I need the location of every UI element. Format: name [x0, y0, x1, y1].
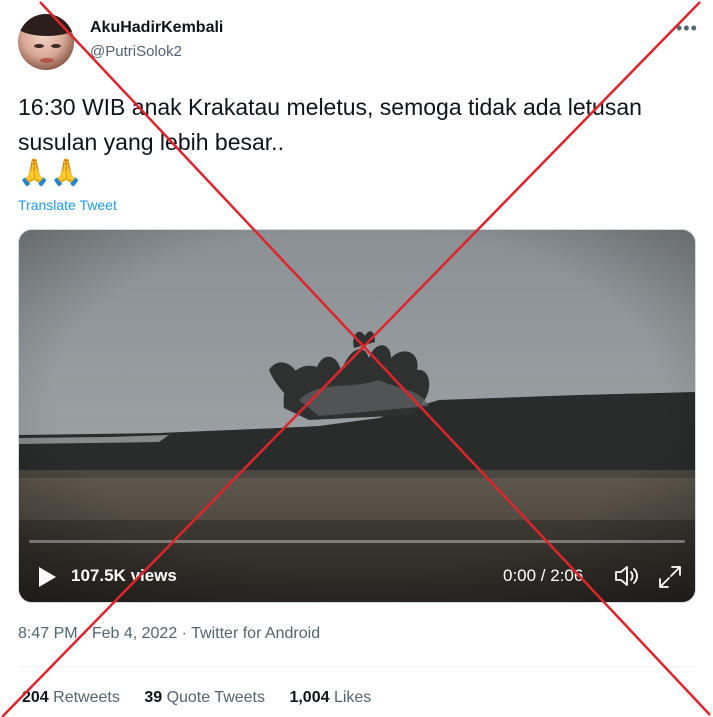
retweets-count: 204: [22, 689, 49, 706]
avatar-hair: [18, 14, 74, 36]
likes-label: Likes: [333, 689, 372, 706]
view-count-label: views: [130, 566, 177, 585]
retweets-stat[interactable]: 204 Retweets: [22, 689, 120, 706]
tweet-source[interactable]: Twitter for Android: [191, 625, 320, 642]
tweet-time[interactable]: 8:47 PM: [18, 625, 78, 642]
view-count-number: 107.5K: [71, 566, 126, 585]
play-icon[interactable]: [37, 566, 57, 588]
author-display-name[interactable]: AkuHadirKembali: [90, 19, 223, 37]
tweet-text: 16:30 WIB anak Krakatau meletus, semoga …: [18, 94, 642, 155]
avatar-eye: [34, 44, 44, 48]
video-player[interactable]: 107.5K views 0:00 / 2:06: [18, 229, 696, 603]
tweet-meta: 8:47 PM · Feb 4, 2022 · Twitter for Andr…: [18, 625, 320, 643]
tweet-stats: 204 Retweets 39 Quote Tweets 1,004 Likes: [22, 689, 391, 707]
divider: [18, 666, 696, 667]
video-progress-bar[interactable]: [29, 540, 685, 543]
retweets-label: Retweets: [53, 689, 120, 706]
volume-icon[interactable]: [613, 564, 639, 588]
fullscreen-icon[interactable]: [657, 564, 683, 590]
meta-separator: ·: [77, 625, 92, 642]
author-handle[interactable]: @PutriSolok2: [90, 43, 182, 60]
avatar[interactable]: [18, 14, 74, 70]
video-frame: [19, 230, 695, 602]
quote-tweets-count: 39: [144, 689, 163, 706]
likes-count: 1,004: [289, 689, 330, 706]
avatar-lips: [40, 58, 54, 63]
likes-stat[interactable]: 1,004 Likes: [289, 689, 371, 706]
video-time: 0:00 / 2:06: [503, 566, 584, 585]
avatar-eye: [51, 44, 61, 48]
tweet-date[interactable]: Feb 4, 2022: [92, 625, 177, 642]
tweet-emojis: 🙏🙏: [18, 157, 83, 187]
meta-separator: ·: [177, 625, 192, 642]
quote-tweets-stat[interactable]: 39 Quote Tweets: [144, 689, 265, 706]
translate-tweet-link[interactable]: Translate Tweet: [18, 197, 117, 213]
quote-tweets-label: Quote Tweets: [166, 689, 265, 706]
more-options-icon[interactable]: •••: [676, 18, 698, 39]
view-count: 107.5K views: [71, 566, 177, 586]
